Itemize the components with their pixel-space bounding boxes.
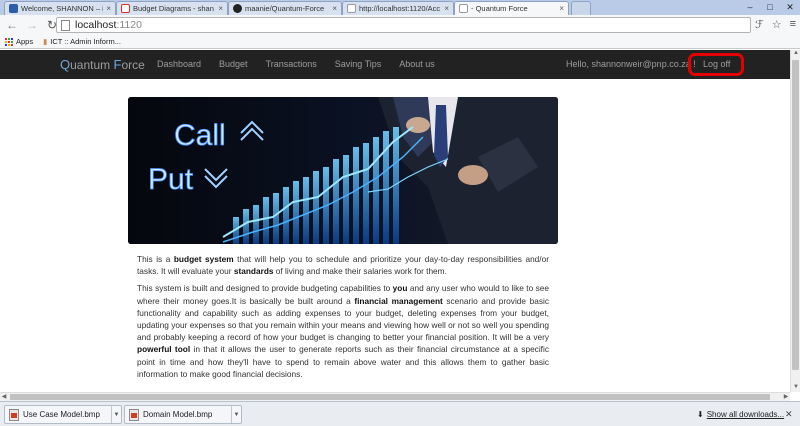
tab-title: maanie/Quantum-Force <box>245 4 325 13</box>
download-item[interactable]: Domain Model.bmp ▼ <box>124 405 242 424</box>
download-filename: Domain Model.bmp <box>143 410 213 419</box>
chevron-down-icon[interactable]: ▼ <box>111 406 121 423</box>
page-icon <box>459 4 468 13</box>
emphasis-text: budget system <box>173 254 234 264</box>
browser-tab[interactable]: Budget Diagrams - shan × <box>116 1 228 15</box>
body-text: This is a <box>137 254 174 264</box>
brand-logo[interactable]: Quantum Force <box>60 57 145 72</box>
bookmark-apps[interactable]: Apps <box>5 37 33 46</box>
close-tab-icon[interactable]: × <box>218 4 223 13</box>
scroll-left-icon[interactable]: ◀ <box>0 393 8 401</box>
emphasis-text: powerful tool <box>137 344 191 355</box>
url-port: :1120 <box>116 19 142 31</box>
site-navbar: Quantum Force Dashboard Budget Transacti… <box>0 50 790 79</box>
browser-tab-active[interactable]: - Quantum Force × <box>454 1 569 15</box>
brand-word-1: uantum <box>70 58 114 72</box>
browser-tab-strip: Welcome, SHANNON – ill × Budget Diagrams… <box>0 0 800 15</box>
tab-title: http://localhost:1120/Acc <box>359 4 441 13</box>
horizontal-scrollbar[interactable]: ◀ ▶ <box>0 392 790 401</box>
page-icon <box>61 19 70 31</box>
body-text: in that it allows the user to generate r… <box>137 344 549 379</box>
nav-transactions[interactable]: Transactions <box>266 59 317 69</box>
body-text: of living and make their salaries work f… <box>273 266 447 277</box>
bmp-file-icon <box>9 408 19 421</box>
scroll-down-icon[interactable]: ▼ <box>792 384 800 392</box>
download-arrow-icon: ⬇ <box>697 410 704 419</box>
bookmark-label: ICT :: Admin Inform... <box>50 37 121 46</box>
bookmark-star-icon[interactable]: ☆ <box>772 18 782 31</box>
show-all-downloads-link[interactable]: ⬇ Show all downloads... <box>697 410 784 419</box>
download-item[interactable]: Use Case Model.bmp ▼ <box>4 405 122 424</box>
vertical-scrollbar[interactable]: ▲ ▼ <box>790 50 800 392</box>
download-filename: Use Case Model.bmp <box>23 410 100 419</box>
browser-toolbar: ← → ↻ localhost:1120 ℱ ☆ ≡ <box>0 15 800 35</box>
hero-image: Call Put <box>128 97 558 244</box>
close-tab-icon[interactable]: × <box>559 4 564 13</box>
scrollbar-thumb[interactable] <box>792 60 799 370</box>
tab-title: - Quantum Force <box>471 4 528 13</box>
minimize-icon[interactable]: – <box>740 0 760 14</box>
download-shelf: Use Case Model.bmp ▼ Domain Model.bmp ▼ … <box>0 401 800 426</box>
brand-initial-q: Q <box>60 57 71 72</box>
highlight-annotation <box>688 53 744 76</box>
outlook-icon <box>9 4 18 13</box>
body-text: This system is built and designed to pro… <box>137 283 393 294</box>
scroll-right-icon[interactable]: ▶ <box>782 393 790 401</box>
emphasis-text: you <box>392 283 408 294</box>
user-greeting[interactable]: Hello, shannonweir@pnp.co.za ! <box>566 59 696 69</box>
close-tab-icon[interactable]: × <box>106 4 111 13</box>
maximize-icon[interactable]: □ <box>760 0 780 14</box>
nav-budget[interactable]: Budget <box>219 59 248 69</box>
brand-word-2: orce <box>121 58 145 72</box>
hero-call-text: Call <box>174 119 226 152</box>
url-host: localhost <box>75 19 117 31</box>
close-tab-icon[interactable]: × <box>332 4 337 13</box>
emphasis-text: standards <box>233 266 274 277</box>
gmail-icon <box>121 4 130 13</box>
nav-saving-tips[interactable]: Saving Tips <box>335 59 382 69</box>
new-tab-button[interactable] <box>571 1 591 15</box>
forward-arrow-icon[interactable]: → <box>24 17 40 33</box>
window-controls: – □ ✕ <box>740 0 800 14</box>
scroll-up-icon[interactable]: ▲ <box>792 50 800 58</box>
page-icon <box>347 4 356 13</box>
back-arrow-icon[interactable]: ← <box>4 17 20 33</box>
browser-tab[interactable]: maanie/Quantum-Force × <box>228 1 342 15</box>
bookmark-ict[interactable]: ▮ ICT :: Admin Inform... <box>43 37 121 46</box>
browser-tab[interactable]: http://localhost:1120/Acc × <box>342 1 454 15</box>
intro-paragraph-2: This system is built and designed to pro… <box>137 282 549 380</box>
intro-paragraph-1: This is a budget system that will help y… <box>137 253 549 277</box>
browser-tab[interactable]: Welcome, SHANNON – ill × <box>4 1 116 15</box>
main-nav: Dashboard Budget Transactions Saving Tip… <box>157 59 435 69</box>
nav-about-us[interactable]: About us <box>399 59 435 69</box>
scrollbar-thumb[interactable] <box>10 394 770 400</box>
nav-dashboard[interactable]: Dashboard <box>157 59 201 69</box>
extension-icon[interactable]: ℱ <box>755 18 764 31</box>
bmp-file-icon <box>129 408 139 421</box>
close-window-icon[interactable]: ✕ <box>780 0 800 14</box>
bookmarks-bar: Apps ▮ ICT :: Admin Inform... <box>0 35 800 49</box>
close-tab-icon[interactable]: × <box>444 4 449 13</box>
tab-title: Welcome, SHANNON – ill <box>21 4 104 13</box>
show-all-label: Show all downloads... <box>706 410 785 419</box>
emphasis-text: financial management <box>354 295 443 306</box>
close-shelf-icon[interactable]: ✕ <box>785 409 793 420</box>
bookmark-label: Apps <box>16 37 34 46</box>
github-icon <box>233 4 242 13</box>
hero-put-text: Put <box>148 163 194 196</box>
address-bar[interactable]: localhost:1120 <box>56 17 751 33</box>
tab-title: Budget Diagrams - shan <box>133 4 214 13</box>
hero-graphic: Call Put <box>128 97 558 244</box>
menu-icon[interactable]: ≡ <box>790 18 796 31</box>
apps-grid-icon <box>5 37 13 46</box>
chevron-down-icon[interactable]: ▼ <box>231 406 241 423</box>
intro-content: This is a budget system that will help y… <box>137 253 549 385</box>
bookmark-icon: ▮ <box>43 37 48 46</box>
